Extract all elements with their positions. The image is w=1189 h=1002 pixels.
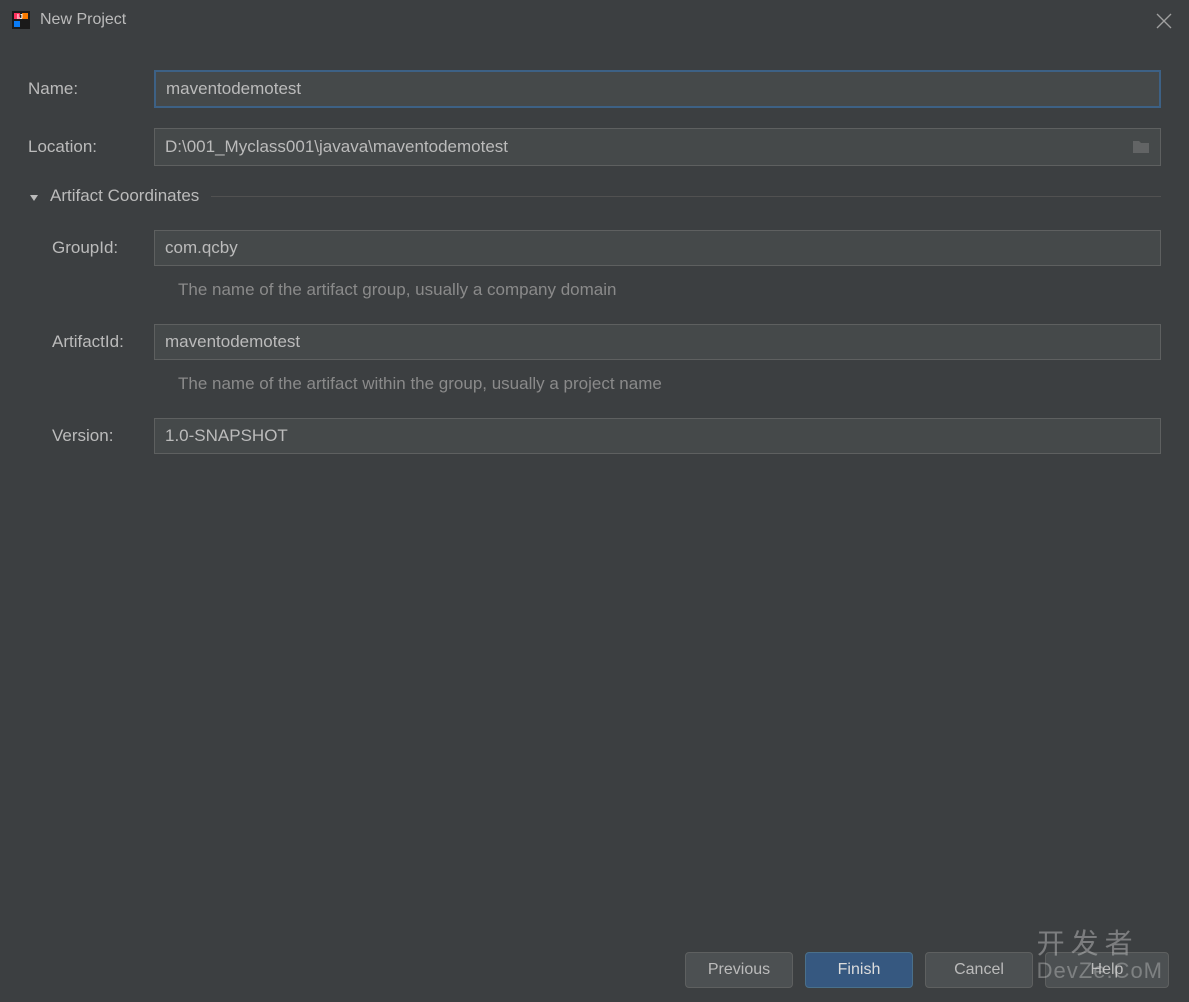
titlebar: IJ New Project — [0, 0, 1189, 40]
groupid-row: GroupId: — [28, 230, 1161, 266]
location-row: Location: — [28, 128, 1161, 166]
section-title: Artifact Coordinates — [50, 186, 199, 206]
cancel-button[interactable]: Cancel — [925, 952, 1033, 988]
chevron-down-icon[interactable] — [28, 190, 40, 202]
finish-button[interactable]: Finish — [805, 952, 913, 988]
intellij-icon: IJ — [12, 11, 30, 29]
close-icon[interactable] — [1155, 12, 1173, 30]
name-row: Name: — [28, 70, 1161, 108]
groupid-input[interactable] — [154, 230, 1161, 266]
previous-button[interactable]: Previous — [685, 952, 793, 988]
button-bar: Previous Finish Cancel Help — [685, 952, 1169, 988]
version-row: Version: — [28, 418, 1161, 454]
dialog-content: Name: Location: Artifact Coordinates Gro… — [0, 40, 1189, 454]
location-input[interactable] — [154, 128, 1161, 166]
groupid-hint: The name of the artifact group, usually … — [28, 280, 1161, 300]
groupid-label: GroupId: — [52, 238, 154, 258]
version-label: Version: — [52, 426, 154, 446]
section-divider — [211, 196, 1161, 197]
location-label: Location: — [28, 137, 154, 157]
window-title: New Project — [40, 11, 126, 29]
name-label: Name: — [28, 79, 154, 99]
artifact-coordinates-header[interactable]: Artifact Coordinates — [28, 186, 1161, 206]
browse-folder-icon[interactable] — [1131, 139, 1151, 155]
version-input[interactable] — [154, 418, 1161, 454]
artifactid-hint: The name of the artifact within the grou… — [28, 374, 1161, 394]
artifactid-row: ArtifactId: — [28, 324, 1161, 360]
name-input[interactable] — [154, 70, 1161, 108]
help-button[interactable]: Help — [1045, 952, 1169, 988]
artifactid-label: ArtifactId: — [52, 332, 154, 352]
artifactid-input[interactable] — [154, 324, 1161, 360]
svg-text:IJ: IJ — [17, 14, 23, 21]
